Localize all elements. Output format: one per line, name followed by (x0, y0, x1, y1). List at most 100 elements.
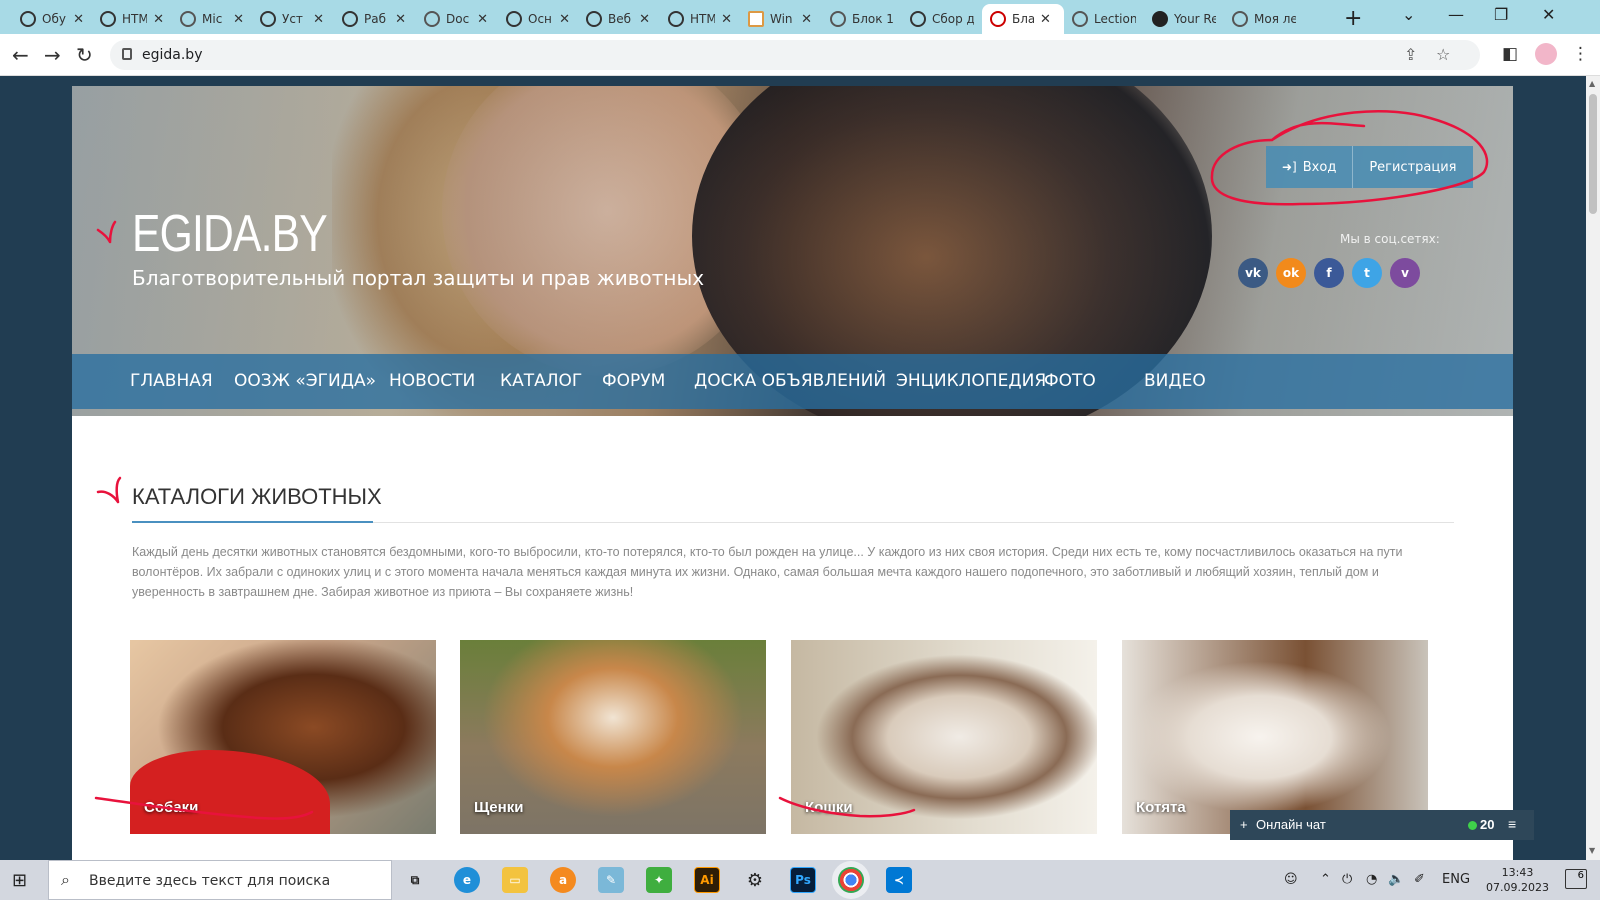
task-view-icon[interactable]: ⧉ (402, 867, 428, 893)
catalog-card-puppies[interactable]: Щенки (460, 640, 766, 834)
browser-tab[interactable]: Mic ✕ (172, 4, 252, 34)
chevron-up-icon[interactable]: ⌃ (1320, 872, 1331, 887)
online-status-dot (1468, 821, 1477, 830)
kebab-menu-icon[interactable]: ⋮ (1572, 44, 1589, 64)
clock[interactable]: 13:43 07.09.2023 (1486, 865, 1549, 895)
close-tab-icon[interactable]: ✕ (639, 12, 650, 27)
close-tab-icon[interactable]: ✕ (395, 12, 406, 27)
reload-icon[interactable]: ↻ (76, 43, 93, 67)
browser-tab[interactable]: Веб ✕ (578, 4, 658, 34)
nav-item-catalog[interactable]: КАТАЛОГ (500, 371, 582, 391)
nav-item-video[interactable]: ВИДЕО (1144, 371, 1206, 391)
browser-tab[interactable]: Уст ✕ (252, 4, 332, 34)
restore-icon[interactable]: ❐ (1494, 5, 1508, 24)
twitter-icon[interactable]: t (1352, 258, 1382, 288)
language-indicator[interactable]: ENG (1442, 872, 1470, 887)
notepad-icon[interactable]: ✎ (598, 867, 624, 893)
scrollbar-thumb[interactable] (1589, 94, 1597, 214)
share-icon[interactable]: ⇪ (1404, 45, 1417, 64)
close-tab-icon[interactable]: ✕ (477, 12, 488, 27)
online-chat-bar[interactable]: + Онлайн чат 20 ≡ (1230, 810, 1534, 840)
close-tab-icon[interactable]: ✕ (233, 12, 244, 27)
wifi-icon[interactable]: ◔ (1366, 872, 1377, 887)
clock-time: 13:43 (1501, 866, 1534, 879)
browser-tab[interactable]: Осн ✕ (498, 4, 578, 34)
browser-tab[interactable]: HTM ✕ (92, 4, 172, 34)
site-container: EGIDA.BY Благотворительный портал защиты… (72, 86, 1513, 860)
register-button[interactable]: Регистрация (1352, 146, 1472, 188)
photoshop-icon[interactable]: Ps (790, 867, 816, 893)
scroll-up-icon[interactable]: ▲ (1589, 79, 1595, 88)
lock-icon (122, 48, 132, 60)
nav-item-photo[interactable]: ФОТО (1044, 371, 1096, 391)
page-scrollbar[interactable]: ▲ ▼ (1586, 76, 1600, 860)
pen-icon[interactable]: ✐ (1414, 872, 1425, 887)
browser-tab[interactable]: Обу ✕ (12, 4, 92, 34)
people-icon[interactable]: ☺ (1284, 872, 1298, 887)
nav-item-forum[interactable]: ФОРУМ (602, 371, 665, 391)
browser-tab[interactable]: Doc ✕ (416, 4, 496, 34)
power-icon[interactable]: ⏻ (1342, 872, 1352, 887)
browser-tab[interactable]: Your Re (1144, 4, 1224, 34)
viber-icon[interactable]: v (1390, 258, 1420, 288)
nav-item-egida[interactable]: ООЗЖ «ЭГИДА» (234, 371, 376, 391)
minimize-icon[interactable]: — (1448, 5, 1464, 24)
close-tab-icon[interactable]: ✕ (1040, 12, 1051, 27)
bookmark-star-icon[interactable]: ☆ (1436, 45, 1450, 64)
side-panel-icon[interactable]: ◧ (1502, 44, 1518, 64)
scroll-down-icon[interactable]: ▼ (1589, 846, 1595, 855)
settings-gear-icon[interactable]: ⚙ (742, 867, 768, 893)
url-text[interactable]: egida.by (142, 47, 202, 63)
sign-in-icon: ➜] (1282, 160, 1297, 174)
vk-icon[interactable]: vk (1238, 258, 1268, 288)
new-tab-button[interactable]: + (1344, 6, 1362, 31)
browser-tab[interactable]: Lection (1064, 4, 1144, 34)
nav-item-encyclopedia[interactable]: ЭНЦИКЛОПЕДИЯ (896, 371, 1046, 391)
close-tab-icon[interactable]: ✕ (559, 12, 570, 27)
odnoklassniki-icon[interactable]: ok (1276, 258, 1306, 288)
tab-search-icon[interactable]: ⌄ (1402, 5, 1415, 24)
close-tab-icon[interactable]: ✕ (153, 12, 164, 27)
avast-icon[interactable]: a (550, 867, 576, 893)
intro-text: Каждый день десятки животных становятся … (132, 545, 1403, 599)
illustrator-icon[interactable]: Ai (694, 867, 720, 893)
browser-tab[interactable]: Моя ле (1224, 4, 1304, 34)
windows-start-icon[interactable]: ⊞ (12, 870, 27, 891)
nav-item-home[interactable]: ГЛАВНАЯ (130, 371, 213, 391)
profile-avatar[interactable] (1535, 43, 1557, 65)
nav-item-news[interactable]: НОВОСТИ (389, 371, 475, 391)
browser-tab[interactable]: Сбор д (902, 4, 982, 34)
forward-icon[interactable]: → (44, 43, 61, 67)
nav-item-board[interactable]: ДОСКА ОБЪЯВЛЕНИЙ (694, 371, 886, 391)
volume-icon[interactable]: 🔈 (1388, 872, 1404, 887)
site-logo[interactable]: EGIDA.BY (132, 204, 328, 264)
vscode-icon[interactable]: ≺ (886, 867, 912, 893)
browser-tab[interactable]: Блок 1. (822, 4, 902, 34)
facebook-icon[interactable]: f (1314, 258, 1344, 288)
back-icon[interactable]: ← (12, 43, 29, 67)
catalog-card-kittens[interactable]: Котята (1122, 640, 1428, 834)
address-bar[interactable]: egida.by ⇪ ☆ (110, 40, 1480, 70)
file-explorer-icon[interactable]: ▭ (502, 867, 528, 893)
catalog-card-label: Собаки (144, 799, 199, 816)
close-tab-icon[interactable]: ✕ (313, 12, 324, 27)
close-tab-icon[interactable]: ✕ (801, 12, 812, 27)
browser-tab[interactable]: HTM ✕ (660, 4, 740, 34)
close-tab-icon[interactable]: ✕ (73, 12, 84, 27)
close-tab-icon[interactable]: ✕ (721, 12, 732, 27)
catalog-card-cats[interactable]: Кошки (791, 640, 1097, 834)
chat-menu-icon[interactable]: ≡ (1508, 816, 1516, 832)
browser-tab[interactable]: Раб ✕ (334, 4, 414, 34)
catalog-card-dogs[interactable]: Собаки (130, 640, 436, 834)
chrome-icon[interactable] (838, 867, 864, 893)
browser-tab[interactable]: Win ✕ (740, 4, 820, 34)
github-icon (1152, 11, 1168, 27)
login-button[interactable]: ➜] Вход (1266, 146, 1352, 188)
taskbar-search[interactable]: ⌕ Введите здесь текст для поиска (48, 860, 392, 900)
chat-label: Онлайн чат (1256, 817, 1326, 832)
edge-icon[interactable]: e (454, 867, 480, 893)
close-window-icon[interactable]: ✕ (1542, 5, 1555, 24)
notification-icon[interactable]: 6 (1565, 869, 1587, 889)
evernote-icon[interactable]: ✦ (646, 867, 672, 893)
browser-tab-active[interactable]: Благ✕ (982, 4, 1064, 34)
